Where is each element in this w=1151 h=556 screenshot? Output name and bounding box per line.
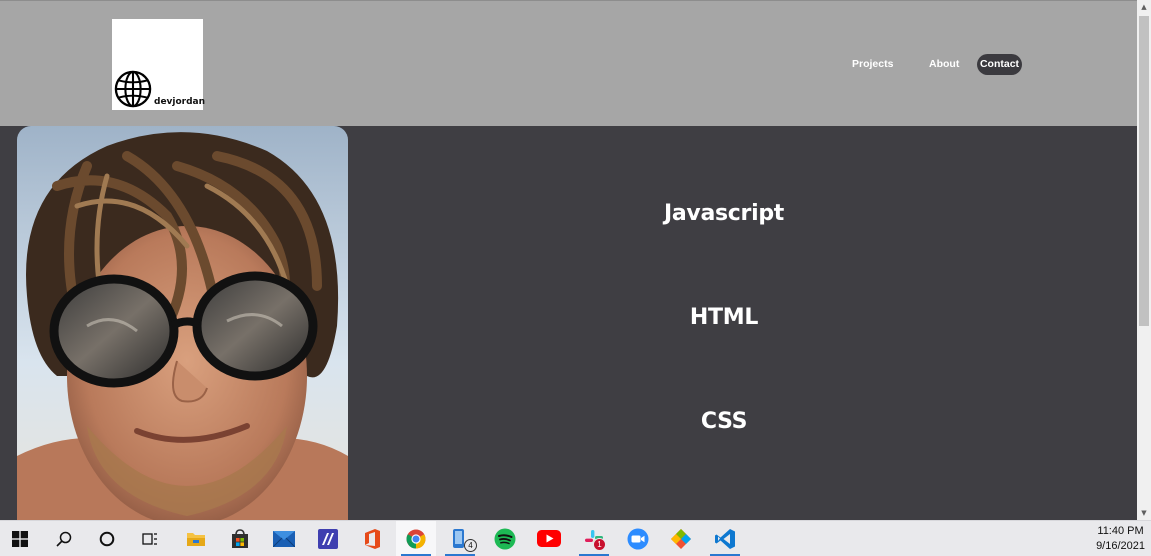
skill-javascript: Javascript bbox=[663, 201, 784, 226]
task-view-icon bbox=[142, 532, 157, 545]
scroll-up-arrow-icon[interactable]: ▲ bbox=[1137, 0, 1151, 14]
logo-text: devjordan bbox=[154, 97, 206, 107]
clock-time: 11:40 PM bbox=[1097, 525, 1144, 537]
chrome-button[interactable] bbox=[396, 521, 436, 556]
profile-photo bbox=[17, 126, 348, 520]
scroll-down-arrow-icon[interactable]: ▼ bbox=[1137, 506, 1151, 520]
slack-button[interactable]: 1 bbox=[574, 521, 614, 556]
file-explorer-button[interactable] bbox=[176, 521, 216, 556]
powerapps-button[interactable] bbox=[308, 521, 348, 556]
zoom-icon bbox=[627, 528, 649, 549]
spotify-button[interactable] bbox=[485, 521, 525, 556]
git-button[interactable] bbox=[661, 521, 701, 556]
search-button[interactable] bbox=[44, 521, 84, 556]
windows-icon bbox=[12, 530, 28, 547]
clock-date: 9/16/2021 bbox=[1096, 540, 1145, 552]
start-button[interactable] bbox=[0, 521, 40, 556]
youtube-icon bbox=[537, 530, 561, 547]
search-icon bbox=[56, 531, 72, 547]
youtube-button[interactable] bbox=[529, 521, 569, 556]
office-icon bbox=[365, 528, 380, 549]
mail-button[interactable] bbox=[264, 521, 304, 556]
cortana-icon bbox=[99, 531, 115, 546]
chrome-icon bbox=[406, 529, 426, 548]
phone-link-button[interactable]: 4 bbox=[440, 521, 480, 556]
office-button[interactable] bbox=[352, 521, 392, 556]
vscode-icon bbox=[715, 528, 735, 549]
nav-projects-link[interactable]: Projects bbox=[852, 54, 893, 75]
profile-photo-image bbox=[17, 126, 348, 520]
microsoft-store-icon bbox=[232, 528, 248, 548]
site-header: devjordan Projects About Contact bbox=[0, 0, 1137, 126]
slack-badge: 1 bbox=[593, 538, 606, 551]
task-view-button[interactable] bbox=[130, 521, 170, 556]
vscode-button[interactable] bbox=[705, 521, 745, 556]
file-explorer-icon bbox=[187, 532, 205, 546]
mail-icon bbox=[273, 530, 295, 547]
skill-css: CSS bbox=[700, 409, 748, 434]
zoom-button[interactable] bbox=[618, 521, 658, 556]
site-logo[interactable]: devjordan bbox=[112, 19, 206, 110]
nav-about-link[interactable]: About bbox=[929, 54, 959, 75]
microsoft-store-button[interactable] bbox=[220, 521, 260, 556]
taskbar: 4 1 11:40 PM 9/16/2021 bbox=[0, 520, 1151, 556]
cortana-button[interactable] bbox=[87, 521, 127, 556]
spotify-icon bbox=[494, 528, 516, 549]
phone-link-badge: 4 bbox=[464, 539, 477, 552]
git-icon bbox=[671, 528, 691, 549]
powerapps-icon bbox=[318, 528, 338, 549]
vertical-scrollbar[interactable]: ▲ ▼ bbox=[1137, 0, 1151, 520]
globe-icon bbox=[114, 70, 152, 108]
nav-contact-button[interactable]: Contact bbox=[977, 54, 1022, 75]
system-clock[interactable]: 11:40 PM 9/16/2021 bbox=[1096, 524, 1145, 554]
skill-html: HTML bbox=[689, 305, 759, 330]
scroll-thumb[interactable] bbox=[1139, 16, 1149, 326]
